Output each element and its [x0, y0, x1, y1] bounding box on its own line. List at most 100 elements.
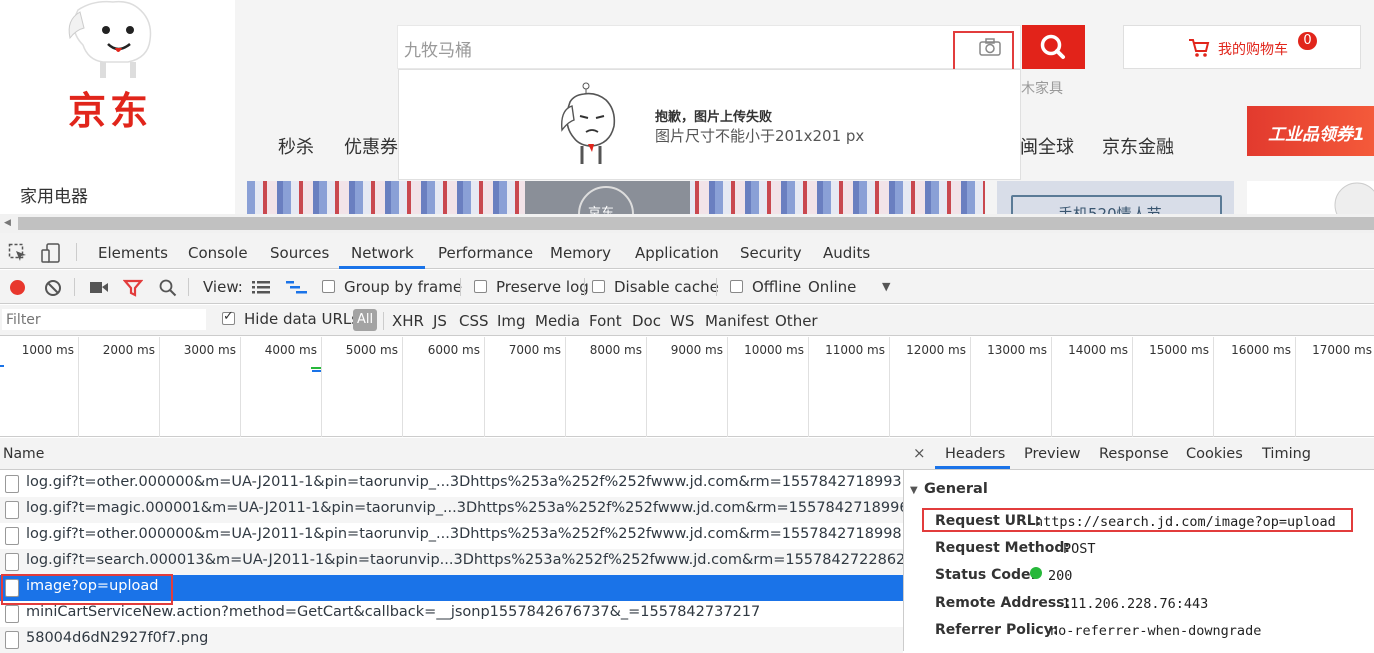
- timeline-tick-label: 13000 ms: [987, 343, 1047, 357]
- tab-preview[interactable]: Preview: [1024, 446, 1080, 462]
- divider: [74, 278, 75, 296]
- filter-input[interactable]: [2, 309, 206, 330]
- timeline-tick-label: 10000 ms: [744, 343, 804, 357]
- category-item-appliances[interactable]: 家用电器: [20, 182, 88, 207]
- view-label: View:: [203, 278, 243, 296]
- column-header-name[interactable]: Name: [3, 446, 44, 462]
- tab-memory[interactable]: Memory: [550, 244, 611, 262]
- search-button[interactable]: [1022, 25, 1085, 69]
- tab-application[interactable]: Application: [635, 244, 719, 262]
- filter-type-ws[interactable]: WS: [670, 312, 694, 330]
- filter-type-img[interactable]: Img: [497, 312, 526, 330]
- hotword-link[interactable]: 木家具: [1021, 78, 1063, 98]
- tab-performance[interactable]: Performance: [438, 244, 533, 262]
- request-name: 58004d6dN2927f0f7.png: [26, 630, 209, 646]
- search-input[interactable]: [397, 25, 1021, 69]
- timeline-tick-label: 8000 ms: [589, 343, 642, 357]
- search-placeholder: 九牧马桶: [404, 41, 472, 61]
- timeline-gridline: [240, 337, 241, 437]
- inspect-element-icon[interactable]: [8, 243, 28, 263]
- search-icon[interactable]: [159, 279, 177, 297]
- filter-type-doc[interactable]: Doc: [632, 312, 661, 330]
- tab-headers[interactable]: Headers: [945, 446, 1005, 462]
- request-name: miniCartServiceNew.action?method=GetCart…: [26, 604, 761, 620]
- image-search-button[interactable]: [953, 31, 1014, 73]
- nav-coupons[interactable]: 优惠券: [344, 133, 398, 159]
- logo-area[interactable]: 京东: [0, 0, 235, 168]
- request-list-header: [0, 438, 903, 470]
- request-name: log.gif?t=other.000000&m=UA-J2011-1&pin=…: [26, 526, 902, 542]
- close-icon[interactable]: ×: [913, 444, 926, 462]
- timeline-tick-label: 14000 ms: [1068, 343, 1128, 357]
- search-icon: [1040, 34, 1065, 59]
- tab-sources[interactable]: Sources: [270, 244, 329, 262]
- clear-icon[interactable]: [44, 279, 62, 297]
- cart-label[interactable]: 我的购物车: [1218, 39, 1288, 59]
- tab-security[interactable]: Security: [740, 244, 802, 262]
- nav-seckill[interactable]: 秒杀: [278, 133, 314, 159]
- preserve-log-label: Preserve log: [496, 278, 589, 296]
- waterfall-view-icon[interactable]: [286, 280, 308, 294]
- chevron-down-icon[interactable]: ▼: [882, 280, 890, 293]
- filter-type-font[interactable]: Font: [589, 312, 622, 330]
- tab-elements[interactable]: Elements: [98, 244, 168, 262]
- record-icon[interactable]: [9, 279, 26, 296]
- filter-type-other[interactable]: Other: [775, 312, 818, 330]
- nav-jd-finance[interactable]: 京东金融: [1102, 133, 1174, 159]
- status-code-label: Status Code:: [935, 567, 1037, 583]
- file-icon: [5, 475, 19, 493]
- jd-logo-text: 京东: [68, 89, 153, 133]
- request-row[interactable]: log.gif?t=other.000000&m=UA-J2011-1&pin=…: [0, 523, 903, 549]
- file-icon: [5, 605, 19, 623]
- timeline-gridline: [808, 337, 809, 437]
- filter-icon[interactable]: [123, 279, 143, 297]
- timeline-tick-label: 17000 ms: [1312, 343, 1372, 357]
- tab-cookies[interactable]: Cookies: [1186, 446, 1243, 462]
- filter-type-js[interactable]: JS: [433, 312, 447, 330]
- filter-type-all[interactable]: All: [353, 309, 377, 331]
- timeline-gridline: [1132, 337, 1133, 437]
- referrer-policy-label: Referrer Policy:: [935, 622, 1059, 638]
- tab-audits[interactable]: Audits: [823, 244, 870, 262]
- request-row[interactable]: 58004d6dN2927f0f7.png: [0, 627, 903, 653]
- scroll-left-arrow-icon[interactable]: ◀: [4, 218, 11, 228]
- hide-data-urls-checkbox[interactable]: [222, 309, 235, 325]
- offline-checkbox[interactable]: [730, 280, 743, 293]
- timeline-gridline: [1213, 337, 1214, 437]
- request-row[interactable]: log.gif?t=magic.000001&m=UA-J2011-1&pin=…: [0, 497, 903, 523]
- active-tab-indicator: [935, 466, 1010, 469]
- tab-timing[interactable]: Timing: [1262, 446, 1311, 462]
- sad-mascot-icon: [561, 82, 616, 164]
- tab-response[interactable]: Response: [1099, 446, 1169, 462]
- offline-label: Offline: [752, 278, 802, 296]
- divider: [76, 243, 77, 261]
- nav-global[interactable]: 闽全球: [1020, 133, 1074, 159]
- request-row[interactable]: log.gif?t=other.000000&m=UA-J2011-1&pin=…: [0, 471, 903, 497]
- collapse-triangle-icon[interactable]: ▼: [910, 485, 918, 496]
- screenshot-video-icon[interactable]: [89, 280, 109, 295]
- filter-type-manifest[interactable]: Manifest: [705, 312, 769, 330]
- request-url-value: https://search.jd.com/image?op=upload: [1035, 514, 1336, 530]
- tab-network[interactable]: Network: [351, 244, 414, 262]
- group-by-frame-checkbox[interactable]: [322, 280, 335, 293]
- timeline-gridline: [970, 337, 971, 437]
- hide-data-urls-label: Hide data URLs: [244, 310, 360, 328]
- device-toolbar-icon[interactable]: [40, 242, 62, 264]
- throttling-select[interactable]: Online: [808, 278, 856, 296]
- horizontal-scrollbar-thumb[interactable]: [18, 217, 1374, 230]
- filter-type-xhr[interactable]: XHR: [392, 312, 424, 330]
- file-icon: [5, 553, 19, 571]
- preserve-log-checkbox[interactable]: [474, 280, 487, 293]
- request-method-value: POST: [1063, 541, 1096, 557]
- general-section-title[interactable]: General: [924, 481, 988, 497]
- disable-cache-checkbox[interactable]: [592, 280, 605, 293]
- filter-type-media[interactable]: Media: [535, 312, 580, 330]
- tab-console[interactable]: Console: [188, 244, 248, 262]
- filter-type-css[interactable]: CSS: [459, 312, 489, 330]
- request-row[interactable]: log.gif?t=search.000013&m=UA-J2011-1&pin…: [0, 549, 903, 575]
- timeline-bar: [0, 365, 4, 367]
- list-view-icon[interactable]: [252, 280, 270, 294]
- timeline-gridline: [78, 337, 79, 437]
- timeline-tick-label: 3000 ms: [183, 343, 236, 357]
- timeline-gridline: [565, 337, 566, 437]
